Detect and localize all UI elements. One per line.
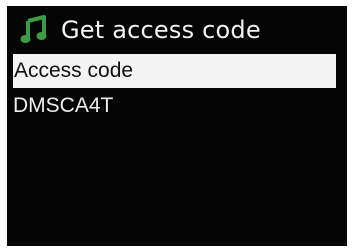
screen-header: Get access code [7,6,347,54]
page-title: Get access code [61,16,261,44]
menu-list: Access code DMSCA4T [7,54,347,123]
menu-item-code-value[interactable]: DMSCA4T [7,89,347,123]
menu-item-access-code[interactable]: Access code [13,54,336,88]
music-note-icon [19,15,49,45]
device-screen: Get access code Access code DMSCA4T [7,6,347,246]
